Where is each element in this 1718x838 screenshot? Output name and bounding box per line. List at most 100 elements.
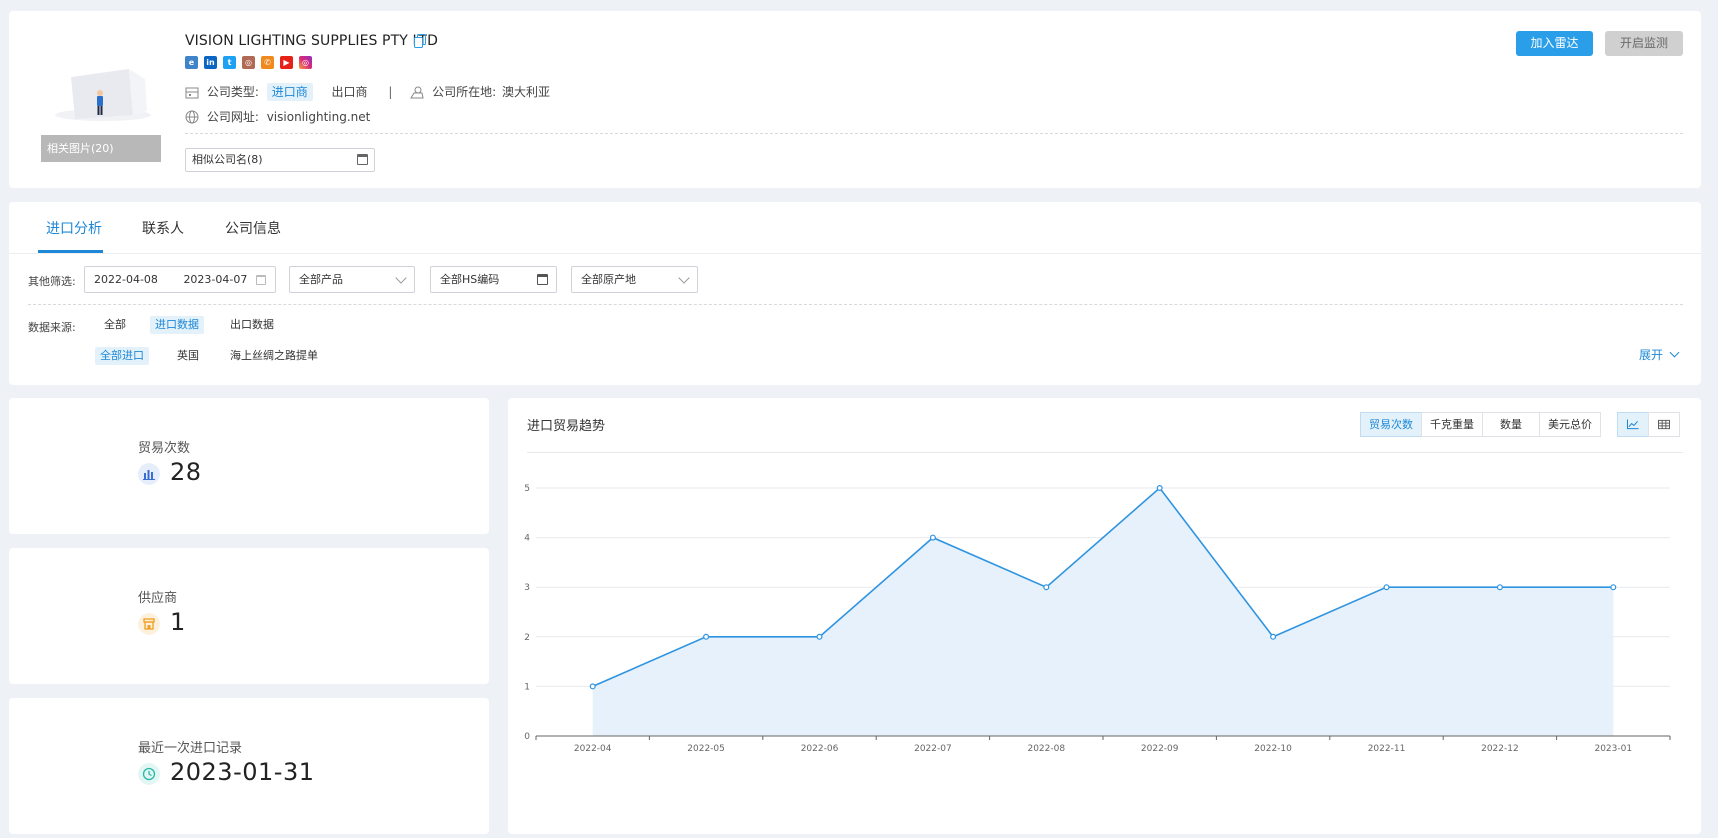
tab-divider (9, 253, 1701, 254)
tab-company-info[interactable]: 公司信息 (225, 218, 281, 238)
info-divider: | (388, 85, 393, 99)
data-point[interactable] (1156, 484, 1163, 491)
start-monitor-button[interactable]: 开启监测 (1605, 31, 1683, 56)
company-header-card: 相关图片(20) VISION LIGHTING SUPPLIES PTY LT… (9, 11, 1701, 188)
data-point[interactable] (589, 683, 596, 690)
data-point[interactable] (1270, 633, 1277, 640)
date-range-picker[interactable]: 2022-04-08 2023-04-07 (84, 266, 276, 293)
company-photo[interactable]: 相关图片(20) (41, 49, 161, 162)
x-tick-label: 2022-12 (1481, 744, 1519, 754)
origin-select[interactable]: 全部原产地 (571, 266, 698, 293)
hs-code-select[interactable]: 全部HS编码 (430, 266, 557, 293)
x-tick-label: 2022-11 (1368, 744, 1406, 754)
data-point[interactable] (1496, 584, 1503, 591)
header-divider (185, 133, 1683, 134)
stat-card-last-import: 最近一次进口记录 2023-01-31 (9, 698, 489, 834)
clock-icon (138, 763, 160, 785)
store-icon (138, 613, 160, 635)
x-tick-label: 2022-09 (1141, 744, 1179, 754)
chevron-down-icon (678, 272, 690, 284)
photos-label[interactable]: 相关图片(20) (41, 135, 161, 162)
instagram-color-icon[interactable]: ◎ (299, 56, 312, 69)
chart-area-layer (592, 486, 1614, 736)
website-link[interactable]: visionlighting.net (267, 110, 371, 124)
stat-card-trade-count: 贸易次数 28 (9, 398, 489, 534)
y-tick-label: 1 (524, 682, 530, 692)
phone-icon[interactable]: ✆ (261, 56, 274, 69)
building-icon (185, 87, 199, 99)
youtube-icon[interactable]: ▶ (280, 56, 293, 69)
y-tick-label: 5 (524, 484, 530, 494)
similar-names-label: 相似公司名(8) (192, 153, 263, 166)
data-point[interactable] (1383, 584, 1390, 591)
location-value: 澳大利亚 (501, 85, 550, 99)
location-label: 公司所在地: (432, 85, 497, 99)
calendar-icon (357, 154, 368, 165)
data-source-label: 数据来源: (28, 321, 76, 334)
data-point[interactable] (1043, 584, 1050, 591)
globe-icon (185, 110, 199, 124)
y-tick-label: 3 (524, 583, 530, 593)
subsource-maritime-silk-road[interactable]: 海上丝绸之路提单 (225, 347, 323, 365)
company-type-label: 公司类型: (206, 85, 259, 99)
x-tick-label: 2022-06 (801, 744, 839, 754)
expand-toggle[interactable]: 展开 (1639, 346, 1680, 363)
tab-contacts[interactable]: 联系人 (142, 218, 184, 238)
import-trend-card: 进口贸易趋势 贸易次数 千克重量 数量 美元总价 0 1 2 3 4 5 2022-04 20… (508, 398, 1701, 834)
source-export-data[interactable]: 出口数据 (225, 316, 279, 334)
add-radar-button[interactable]: 加入雷达 (1516, 31, 1593, 56)
twitter-icon[interactable]: t (223, 56, 236, 69)
other-filter-label: 其他筛选: (28, 275, 76, 288)
company-name: VISION LIGHTING SUPPLIES PTY LTD (185, 33, 438, 49)
x-tick-label: 2023-01 (1594, 744, 1632, 754)
data-point[interactable] (1610, 584, 1617, 591)
company-type-row: 公司类型: 进口商 出口商 | 公司所在地: 澳大利亚 (185, 83, 550, 101)
stat-label: 最近一次进口记录 (138, 741, 243, 756)
calendar-icon (537, 274, 548, 285)
analysis-filter-card: 进口分析 联系人 公司信息 其他筛选: 2022-04-08 2023-04-0… (9, 202, 1701, 385)
y-tick-label: 4 (524, 534, 530, 544)
chevron-down-icon (1669, 347, 1680, 358)
website-row: 公司网址: visionlighting.net (185, 108, 370, 126)
website-icon[interactable]: e (185, 56, 198, 69)
calendar-icon (256, 275, 266, 285)
subsource-all-import[interactable]: 全部进口 (95, 347, 149, 365)
product-select[interactable]: 全部产品 (289, 266, 415, 293)
type-importer-tag[interactable]: 进口商 (266, 83, 313, 101)
import-trend-chart: 0 1 2 3 4 5 2022-04 2022-05 2022-06 2022-07 2022-0… (524, 484, 1671, 754)
chevron-down-icon (395, 272, 407, 284)
source-import-data[interactable]: 进口数据 (150, 316, 204, 334)
product-select-value: 全部产品 (299, 273, 343, 286)
location-icon (410, 86, 424, 99)
data-point[interactable] (703, 633, 710, 640)
x-tick-label: 2022-07 (914, 744, 952, 754)
date-start[interactable]: 2022-04-08 (94, 273, 158, 286)
stat-label: 供应商 (138, 591, 178, 606)
y-tick-label: 2 (524, 633, 530, 643)
instagram-icon[interactable]: ◎ (242, 56, 255, 69)
linkedin-icon[interactable]: in (204, 56, 217, 69)
stat-label: 贸易次数 (138, 441, 191, 456)
tab-import-analysis[interactable]: 进口分析 (46, 218, 102, 238)
x-tick-label: 2022-10 (1254, 744, 1292, 754)
subsource-uk[interactable]: 英国 (172, 347, 204, 365)
expand-label: 展开 (1639, 348, 1664, 362)
x-tick-label: 2022-05 (687, 744, 725, 754)
data-point[interactable] (929, 534, 936, 541)
type-exporter-tag[interactable]: 出口商 (327, 83, 373, 101)
stat-value: 28 (170, 458, 202, 486)
data-point[interactable] (816, 633, 823, 640)
bar-chart-icon (138, 463, 160, 485)
date-end[interactable]: 2023-04-07 (183, 273, 247, 286)
x-tick-label: 2022-04 (574, 744, 612, 754)
origin-select-value: 全部原产地 (581, 273, 636, 286)
stat-value: 2023-01-31 (170, 758, 315, 786)
source-all[interactable]: 全部 (99, 316, 131, 334)
copy-icon[interactable] (414, 34, 427, 48)
stat-card-suppliers: 供应商 1 (9, 548, 489, 684)
website-label: 公司网址: (206, 110, 259, 124)
filter-divider (28, 304, 1683, 305)
series-area (592, 488, 1614, 736)
hs-code-value: 全部HS编码 (440, 273, 500, 286)
similar-names-select[interactable]: 相似公司名(8) (185, 148, 375, 172)
